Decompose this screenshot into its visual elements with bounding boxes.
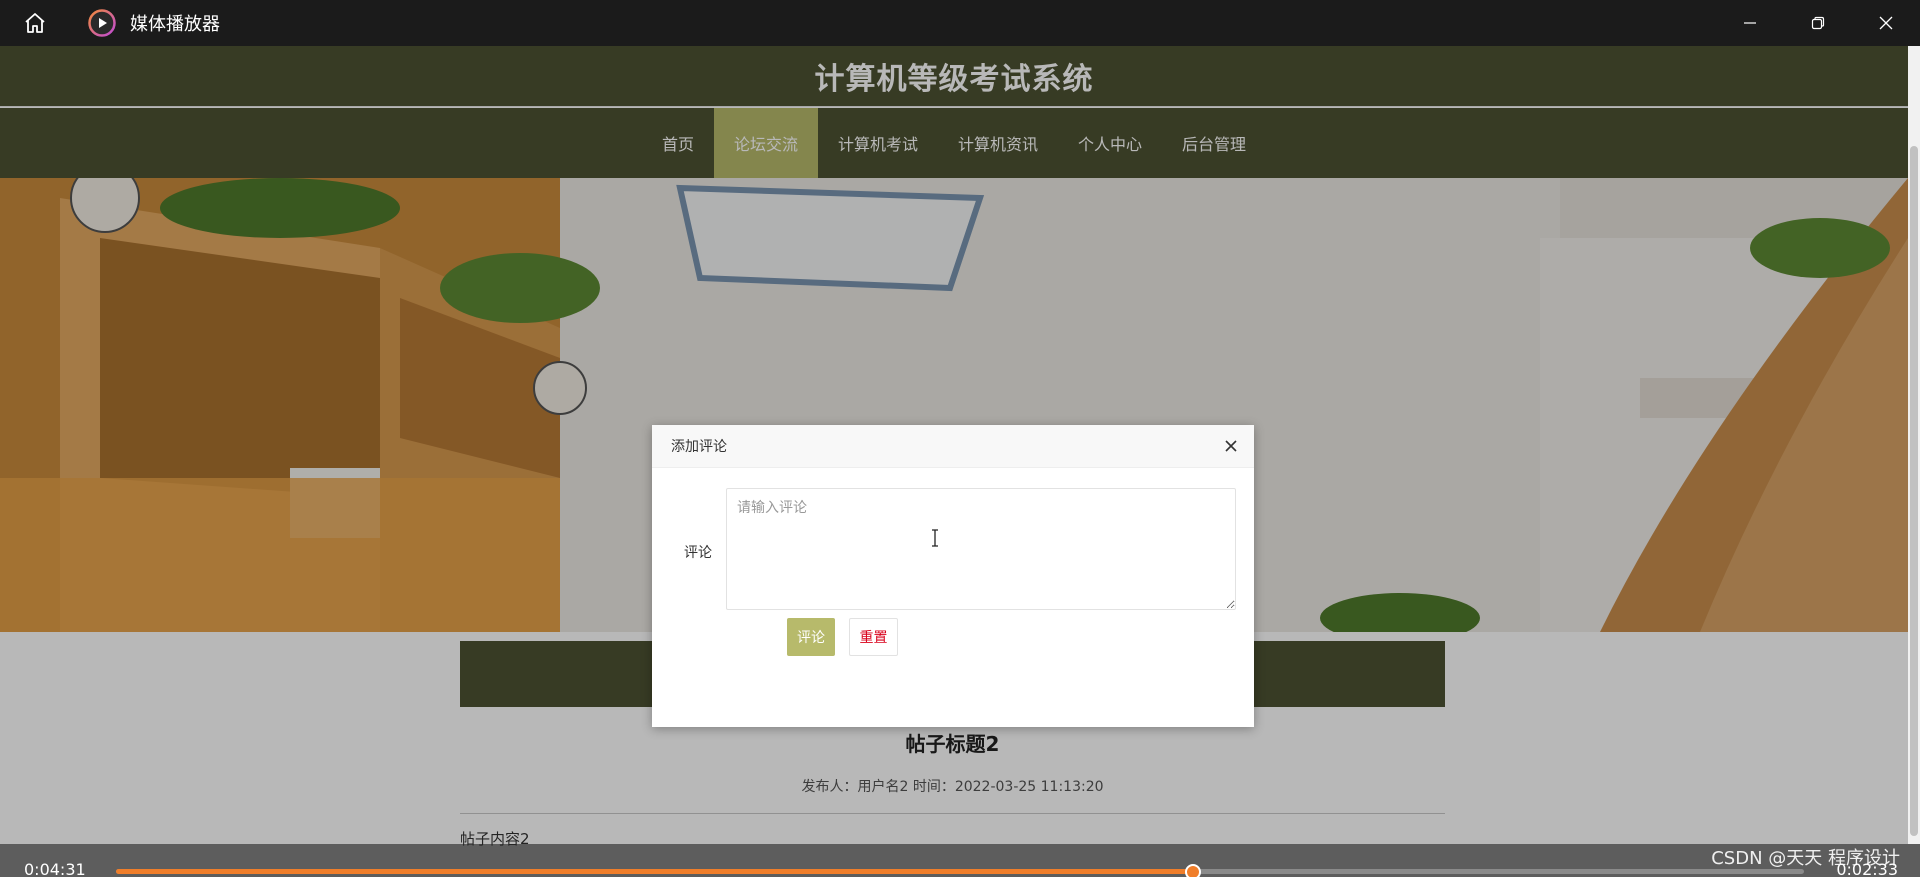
window-controls (1716, 0, 1920, 46)
dialog-title: 添加评论 (671, 439, 727, 455)
scrollbar-thumb[interactable] (1910, 146, 1918, 836)
add-comment-dialog: 添加评论 评论 评论 重置 (652, 425, 1254, 727)
play-circle-icon (88, 9, 116, 37)
close-icon (1879, 16, 1893, 30)
submit-comment-button[interactable]: 评论 (787, 618, 835, 656)
comment-label: 评论 (684, 545, 712, 561)
restore-button[interactable] (1784, 0, 1852, 46)
window-titlebar: 媒体播放器 (0, 0, 1920, 46)
reset-button[interactable]: 重置 (849, 618, 898, 656)
page-scrollbar[interactable] (1908, 46, 1920, 844)
comment-input[interactable] (726, 488, 1236, 610)
dialog-header: 添加评论 (652, 425, 1254, 468)
home-icon (25, 13, 45, 33)
minimize-icon (1744, 22, 1756, 24)
media-controls-bar: CSDN @天天 程序设计 0:04:31 0:02:33 (0, 844, 1920, 877)
restore-icon (1811, 16, 1825, 30)
elapsed-time: 0:04:31 (24, 860, 86, 877)
close-window-button[interactable] (1852, 0, 1920, 46)
app-title: 媒体播放器 (130, 14, 220, 35)
remaining-time: 0:02:33 (1836, 860, 1898, 877)
dialog-close-button[interactable] (1222, 437, 1240, 455)
text-cursor-icon (930, 529, 940, 547)
minimize-button[interactable] (1716, 0, 1784, 46)
modal-overlay[interactable]: 添加评论 评论 评论 重置 (0, 46, 1908, 844)
seek-bar-handle[interactable] (1184, 864, 1201, 877)
close-icon (1225, 440, 1237, 452)
seek-bar-fill (116, 869, 1193, 874)
seek-bar[interactable] (116, 864, 1804, 877)
home-button[interactable] (10, 0, 60, 46)
